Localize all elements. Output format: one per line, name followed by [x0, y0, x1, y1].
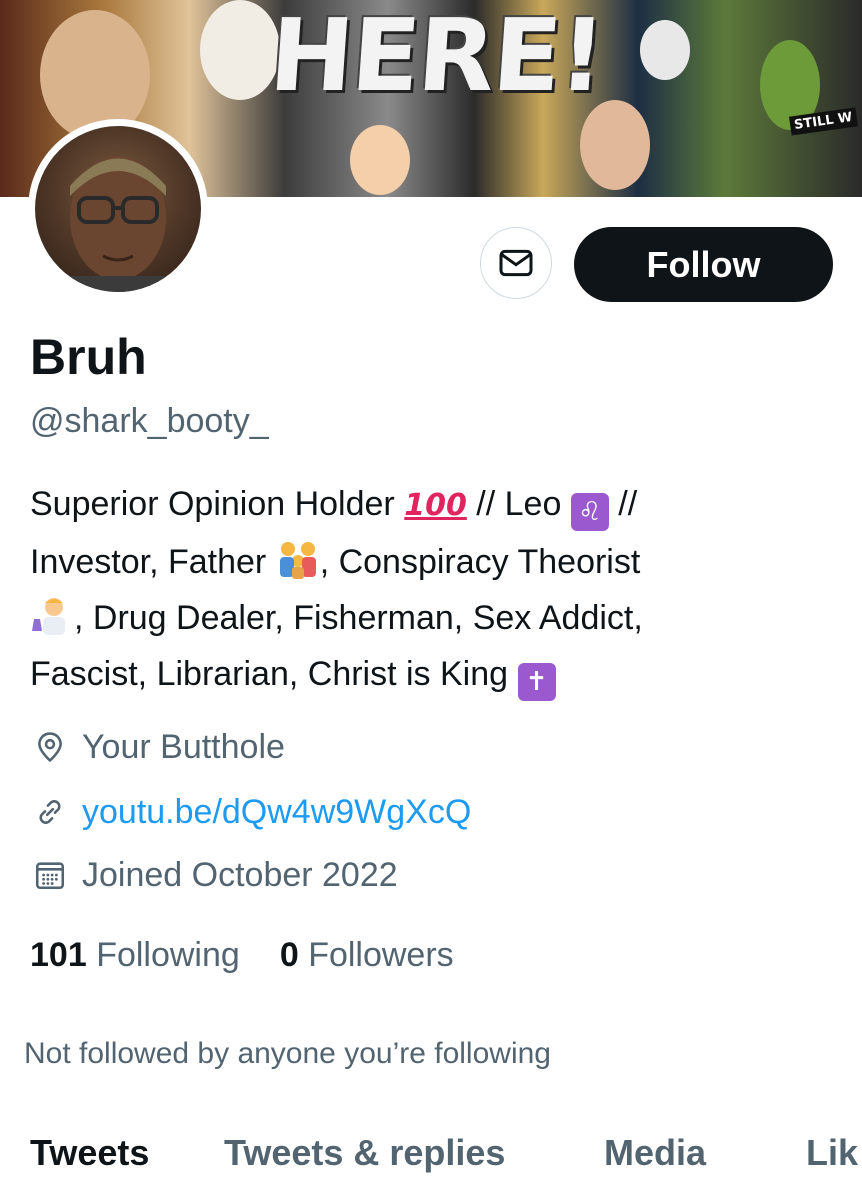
tab-media[interactable]: Media	[604, 1132, 706, 1174]
profile-bio: Superior Opinion Holder 100 // Leo ♌ // …	[30, 476, 830, 702]
tab-likes[interactable]: Lik	[806, 1132, 858, 1174]
not-followed-notice: Not followed by anyone you’re following	[24, 1037, 551, 1070]
scientist-icon	[30, 595, 74, 635]
profile-joined: Joined October 2022	[30, 855, 398, 895]
banner-headline: HERE!	[265, 0, 608, 114]
bio-text: Superior Opinion Holder	[30, 485, 395, 523]
avatar-portrait	[65, 156, 171, 292]
profile-name: Bruh	[30, 329, 147, 385]
profile-handle: @shark_booty_	[30, 402, 269, 440]
followers-label: Followers	[308, 936, 454, 974]
latin-cross-icon: ✝	[517, 663, 556, 701]
bio-line-1: Superior Opinion Holder 100 // Leo ♌ //	[30, 476, 830, 534]
followers-stat[interactable]: 0 Followers	[280, 936, 454, 975]
message-button[interactable]	[480, 227, 552, 299]
bio-text: // Leo	[476, 485, 562, 523]
hundred-points-icon: 100	[404, 488, 467, 523]
avatar-image	[35, 126, 201, 292]
followers-count: 0	[279, 936, 299, 974]
link-icon	[30, 792, 70, 832]
bio-text: Investor, Father	[30, 543, 267, 581]
profile-website[interactable]: youtu.be/dQw4w9WgXcQ	[30, 792, 471, 832]
envelope-icon	[499, 249, 533, 277]
bio-text: , Conspiracy Theorist	[319, 543, 641, 581]
calendar-icon	[30, 855, 70, 895]
joined-text: Joined October 2022	[82, 855, 398, 894]
following-label: Following	[96, 936, 240, 974]
leo-zodiac-icon: ♌	[570, 493, 609, 531]
banner-face	[640, 20, 690, 80]
bio-line-3: , Drug Dealer, Fisherman, Sex Addict,	[30, 590, 830, 646]
avatar[interactable]	[28, 119, 208, 299]
bio-text: , Drug Dealer, Fisherman, Sex Addict,	[74, 599, 643, 637]
bio-text: Fascist, Librarian, Christ is King	[30, 655, 509, 693]
tab-tweets-replies[interactable]: Tweets & replies	[224, 1132, 505, 1174]
location-text: Your Butthole	[82, 727, 285, 766]
following-stat[interactable]: 101 Following	[30, 936, 240, 975]
location-pin-icon	[30, 727, 70, 767]
profile-location: Your Butthole	[30, 727, 285, 767]
bio-line-4: Fascist, Librarian, Christ is King ✝	[30, 646, 830, 702]
bio-text: //	[618, 485, 638, 523]
following-count: 101	[30, 936, 87, 974]
family-icon	[276, 539, 320, 579]
website-link[interactable]: youtu.be/dQw4w9WgXcQ	[82, 793, 471, 832]
follow-button[interactable]: Follow	[574, 227, 833, 302]
tab-tweets[interactable]: Tweets	[30, 1132, 149, 1174]
profile-stats: 101 Following 0 Followers	[30, 936, 454, 975]
profile-tabs: Tweets Tweets & replies Media Lik	[0, 1132, 862, 1200]
banner-face	[350, 125, 410, 195]
bio-line-2: Investor, Father , Conspiracy Theorist	[30, 534, 830, 590]
